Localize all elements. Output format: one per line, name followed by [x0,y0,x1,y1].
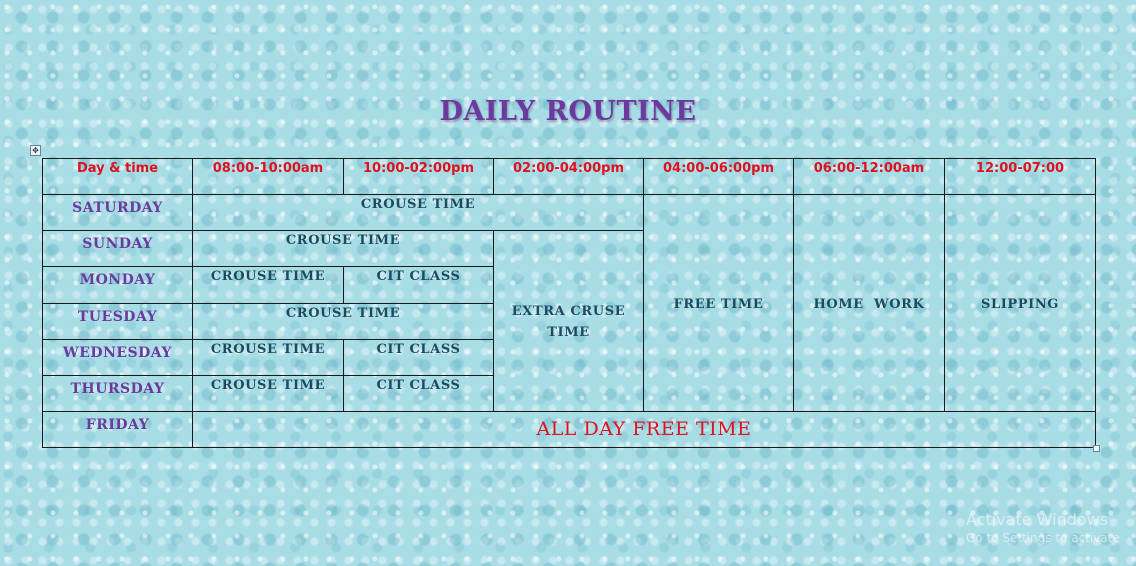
page-title: DAILY ROUTINE [439,96,697,127]
header-slot-3: 02:00-04:00pm [493,158,644,195]
cell-extra-course-time: EXTRA CRUSE TIME [493,230,644,412]
day-monday: MONDAY [42,266,193,304]
table-header-row: Day & time 08:00-10:00am 10:00-02:00pm 0… [42,158,1096,195]
cell-wednesday-course: CROUSE TIME [192,339,344,376]
table-move-handle-icon[interactable]: ✥ [30,145,41,156]
cell-monday-course: CROUSE TIME [192,266,344,304]
cell-slipping: SLIPPING [944,194,1096,412]
cell-wednesday-cit: CIT CLASS [343,339,494,376]
cell-friday-all-day: ALL DAY FREE TIME [192,411,1096,448]
day-wednesday: WEDNESDAY [42,339,193,376]
header-slot-4: 04:00-06:00pm [643,158,794,195]
table-row: FRIDAY ALL DAY FREE TIME [42,411,1096,448]
watermark-subtitle: Go to Settings to activate [966,531,1120,545]
cell-free-time: FREE TIME [643,194,794,412]
watermark-title: Activate Windows [966,510,1109,529]
header-slot-1: 08:00-10:00am [192,158,344,195]
activation-watermark: Activate Windows Go to Settings to activ… [966,510,1120,545]
table-resize-handle[interactable] [1093,445,1100,452]
header-slot-5: 06:00-12:00am [793,158,945,195]
cell-saturday-course: CROUSE TIME [192,194,644,231]
header-day-time: Day & time [42,158,193,195]
header-slot-6: 12:00-07:00 [944,158,1096,195]
day-friday: FRIDAY [42,411,193,448]
day-tuesday: TUESDAY [42,303,193,340]
table-row: SATURDAY CROUSE TIME FREE TIME HOME WORK… [42,194,1096,412]
cell-sunday-course: CROUSE TIME [192,230,494,267]
header-slot-2: 10:00-02:00pm [343,158,494,195]
cell-thursday-course: CROUSE TIME [192,375,344,412]
day-sunday: SUNDAY [42,230,193,267]
cell-home-work: HOME WORK [793,194,945,412]
routine-table: Day & time 08:00-10:00am 10:00-02:00pm 0… [42,158,1096,448]
day-saturday: SATURDAY [42,194,193,231]
cell-thursday-cit: CIT CLASS [343,375,494,412]
cell-tuesday-course: CROUSE TIME [192,303,494,340]
cell-monday-cit: CIT CLASS [343,266,494,304]
day-thursday: THURSDAY [42,375,193,412]
